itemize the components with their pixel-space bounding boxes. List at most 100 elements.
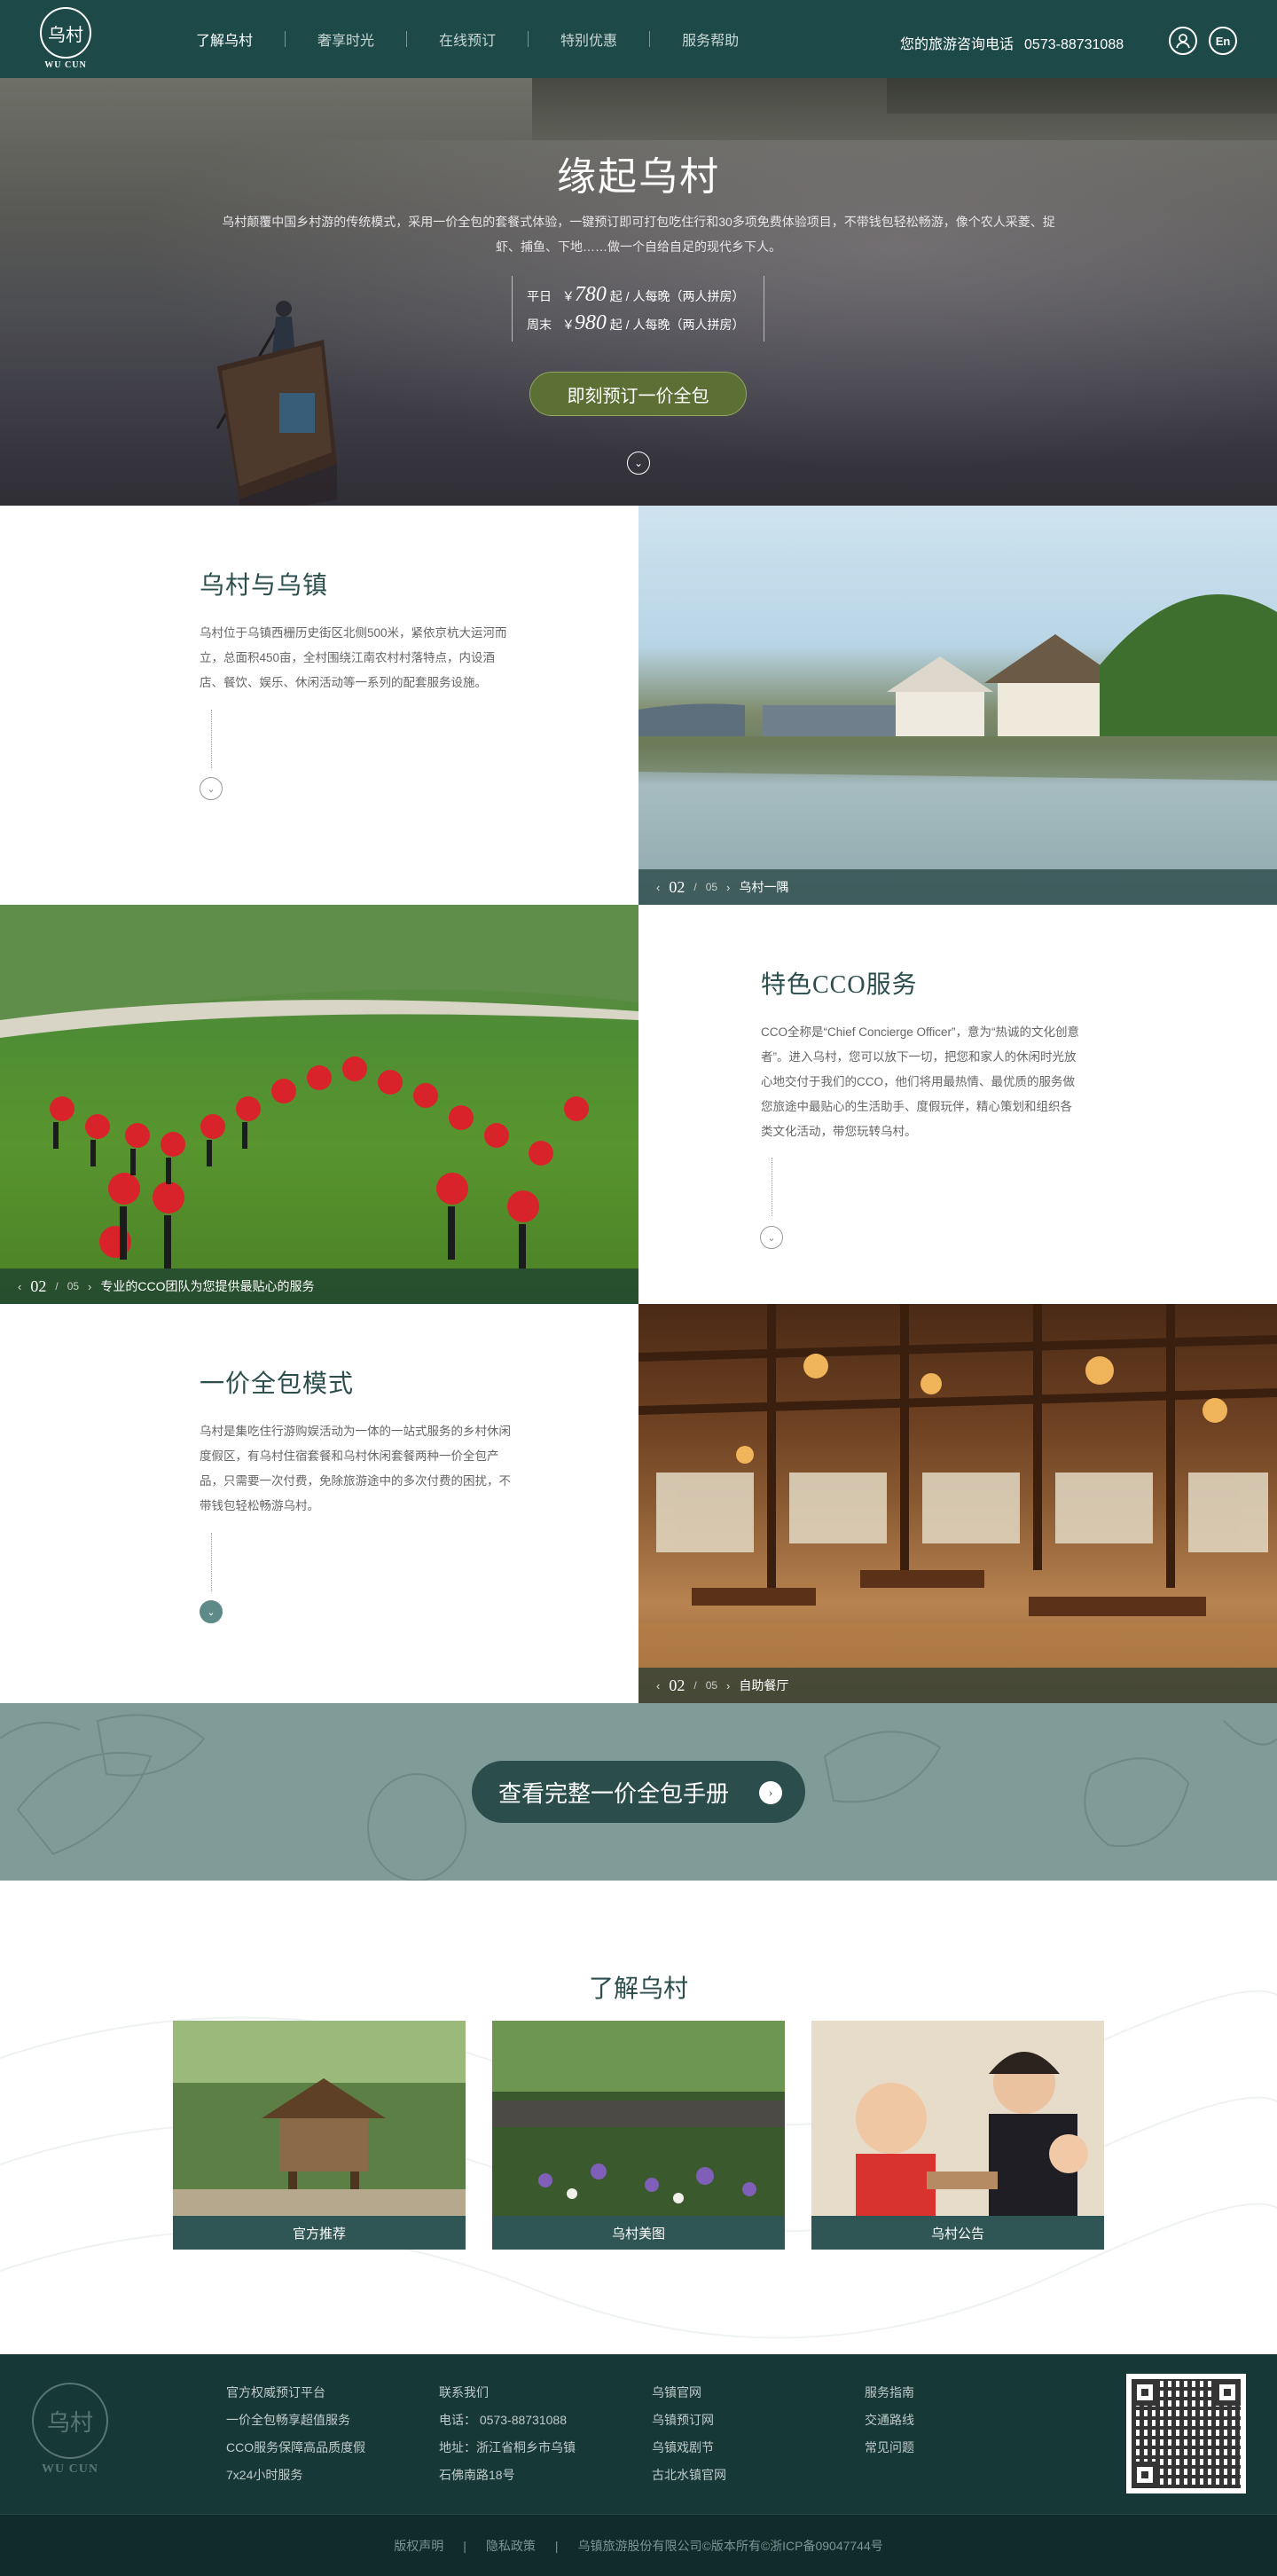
feature-title: 乌村与乌镇 [200, 572, 329, 600]
feature-section-cco: ‹ 02 / 05 › 专业的CCO团队为您提供最贴心的服务 特色CCO服务 C… [0, 905, 1277, 1304]
team-illustration [0, 905, 638, 1268]
slide-separator: / [55, 1280, 59, 1292]
footer-link[interactable]: 交通路线 [865, 2407, 914, 2434]
footer-link[interactable]: CCO服务保障高品质度假 [226, 2434, 365, 2462]
language-switch-button[interactable]: En [1209, 27, 1237, 55]
image-caption-bar: ‹ 02 / 05 › 乌村一隅 [638, 869, 1277, 905]
card-wucun-notices[interactable]: 乌村公告 [811, 2021, 1104, 2250]
slide-total: 05 [705, 1679, 718, 1692]
feature-image-cco-team: ‹ 02 / 05 › 专业的CCO团队为您提供最贴心的服务 [0, 905, 638, 1304]
footer-separator: | [554, 2538, 559, 2553]
view-brochure-button[interactable]: 查看完整一价全包手册 › [472, 1761, 805, 1823]
footer-link[interactable]: 官方权威预订平台 [226, 2379, 365, 2407]
card-image [492, 2021, 785, 2216]
feature-title: 特色CCO服务 [761, 971, 918, 999]
footer-separator: | [463, 2538, 466, 2553]
qr-finder [1132, 2462, 1158, 2488]
chevron-down-icon[interactable]: ⌄ [760, 1226, 783, 1249]
user-icon[interactable] [1169, 27, 1197, 55]
nav-divider [528, 31, 529, 47]
site-header: 乌村 WU CUN 了解乌村 奢享时光 在线预订 特别优惠 服务帮助 您的旅游咨… [0, 0, 1277, 78]
chevron-right-icon[interactable]: › [726, 881, 730, 894]
footer-link[interactable]: 常见问题 [865, 2434, 914, 2462]
chevron-left-icon[interactable]: ‹ [656, 881, 660, 894]
image-caption-bar: ‹ 02 / 05 › 专业的CCO团队为您提供最贴心的服务 [0, 1268, 638, 1304]
footer-column-help: 服务指南 交通路线 常见问题 [865, 2379, 914, 2462]
footer-text: 电话： 0573-88731088 [439, 2413, 567, 2427]
hotline-label: 您的旅游咨询电话 [900, 37, 1015, 52]
chevron-down-icon[interactable]: ⌄ [200, 777, 223, 800]
footer-link[interactable]: 古北水镇官网 [652, 2462, 726, 2489]
card-official-recommend[interactable]: 官方推荐 [173, 2021, 466, 2250]
currency-symbol: ￥ [561, 289, 575, 303]
slide-total: 05 [705, 881, 718, 893]
weekday-price: 780 [574, 283, 607, 306]
dotted-divider [211, 710, 212, 768]
footer-link[interactable]: 乌镇戏剧节 [652, 2434, 726, 2462]
footer-text: 石佛南路18号 [439, 2468, 515, 2482]
hotline-number[interactable]: 0573-88731088 [1024, 37, 1124, 52]
footer-logo: 乌村 WU CUN [29, 2383, 111, 2477]
privacy-link[interactable]: 隐私政策 [486, 2537, 536, 2555]
slide-total: 05 [67, 1280, 80, 1292]
footer-column-sites: 乌镇官网 乌镇预订网 乌镇戏剧节 古北水镇官网 [652, 2379, 726, 2489]
weekend-price: 980 [574, 311, 607, 334]
slide-separator: / [693, 881, 697, 893]
chevron-right-icon[interactable]: › [88, 1280, 91, 1293]
footer-link[interactable]: 7x24小时服务 [226, 2462, 365, 2489]
footer-link[interactable]: 一价全包畅享超值服务 [226, 2407, 365, 2434]
chevron-down-icon[interactable]: ⌄ [627, 452, 650, 475]
logo-emblem: 乌村 [40, 7, 91, 59]
boat-illustration [215, 301, 337, 506]
feature-image-village: ‹ 02 / 05 › 乌村一隅 [638, 506, 1277, 905]
nav-item-help[interactable]: 服务帮助 [668, 28, 753, 50]
book-now-button[interactable]: 即刻预订一价全包 [529, 372, 747, 416]
site-logo[interactable]: 乌村 WU CUN [39, 7, 92, 71]
hero-title: 缘起乌村 [557, 155, 720, 199]
slide-current: 02 [669, 1676, 686, 1694]
footer-bottom-bar: 版权声明 | 隐私政策 | 乌镇旅游股份有限公司©版本所有©浙ICP备09047… [0, 2514, 1277, 2576]
copyright-link[interactable]: 版权声明 [394, 2537, 443, 2555]
logo-text: WU CUN [44, 60, 87, 70]
footer-link[interactable]: 服务指南 [865, 2379, 914, 2407]
slide-current: 02 [669, 877, 686, 896]
feature-text-panel: 一价全包模式 乌村是集吃住行游购娱活动为一体的一站式服务的乡村休闲度假区，有乌村… [0, 1304, 638, 1703]
nav-item-offers[interactable]: 特别优惠 [546, 28, 631, 50]
footer-column-services: 官方权威预订平台 一价全包畅享超值服务 CCO服务保障高品质度假 7x24小时服… [226, 2379, 365, 2489]
footer-link[interactable]: 联系我们 [439, 2379, 576, 2407]
site-footer: 乌村 WU CUN 官方权威预订平台 一价全包畅享超值服务 CCO服务保障高品质… [0, 2354, 1277, 2514]
nav-item-luxury[interactable]: 奢享时光 [303, 28, 388, 50]
arrow-right-icon: › [759, 1781, 782, 1804]
feature-section-all-inclusive: 一价全包模式 乌村是集吃住行游购娱活动为一体的一站式服务的乡村休闲度假区，有乌村… [0, 1304, 1277, 1703]
card-wucun-photos[interactable]: 乌村美图 [492, 2021, 785, 2250]
nav-item-about[interactable]: 了解乌村 [182, 28, 267, 50]
know-wucun-section: 了解乌村 官方推荐 乌村美图 乌村公告 [0, 1881, 1277, 2354]
chevron-left-icon[interactable]: ‹ [656, 1679, 660, 1692]
nav-divider [406, 31, 408, 47]
nav-item-booking[interactable]: 在线预订 [425, 28, 510, 50]
brochure-band: 查看完整一价全包手册 › [0, 1703, 1277, 1881]
chevron-down-icon[interactable]: ⌄ [200, 1600, 223, 1623]
footer-text: 地址：浙江省桐乡市乌镇 [439, 2440, 576, 2454]
chevron-left-icon[interactable]: ‹ [18, 1280, 21, 1293]
footer-link[interactable]: 乌镇官网 [652, 2379, 726, 2407]
feature-description: 乌村位于乌镇西栅历史街区北侧500米，紧依京杭大运河而立，总面积450亩，全村围… [200, 626, 507, 689]
card-label: 官方推荐 [173, 2216, 466, 2250]
slide-separator: / [693, 1679, 697, 1692]
currency-symbol: ￥ [561, 318, 575, 332]
chevron-right-icon[interactable]: › [726, 1679, 730, 1692]
slide-current: 02 [30, 1276, 47, 1295]
hero-description: 乌村颠覆中国乡村游的传统模式，采用一价全包的套餐式体验，一键预订即可打包吃住行和… [222, 215, 1055, 254]
caption-label: 专业的CCO团队为您提供最贴心的服务 [100, 1279, 315, 1293]
qr-pattern [1132, 2379, 1241, 2488]
restaurant-interior [638, 1304, 1277, 1703]
footer-link[interactable]: 乌镇预订网 [652, 2407, 726, 2434]
weekday-price-row: 平日 ￥780 起 / 人每晚（两人拼房） [527, 281, 749, 310]
weekend-price-row: 周末 ￥980 起 / 人每晚（两人拼房） [527, 310, 749, 338]
weekend-label: 周末 [527, 318, 552, 332]
card-label: 乌村公告 [811, 2216, 1104, 2250]
feature-text-panel: 乌村与乌镇 乌村位于乌镇西栅历史街区北侧500米，紧依京杭大运河而立，总面积45… [0, 506, 638, 905]
caption-label: 自助餐厅 [739, 1678, 789, 1692]
qr-finder [1132, 2379, 1158, 2406]
footer-logo-emblem: 乌村 [32, 2383, 108, 2459]
